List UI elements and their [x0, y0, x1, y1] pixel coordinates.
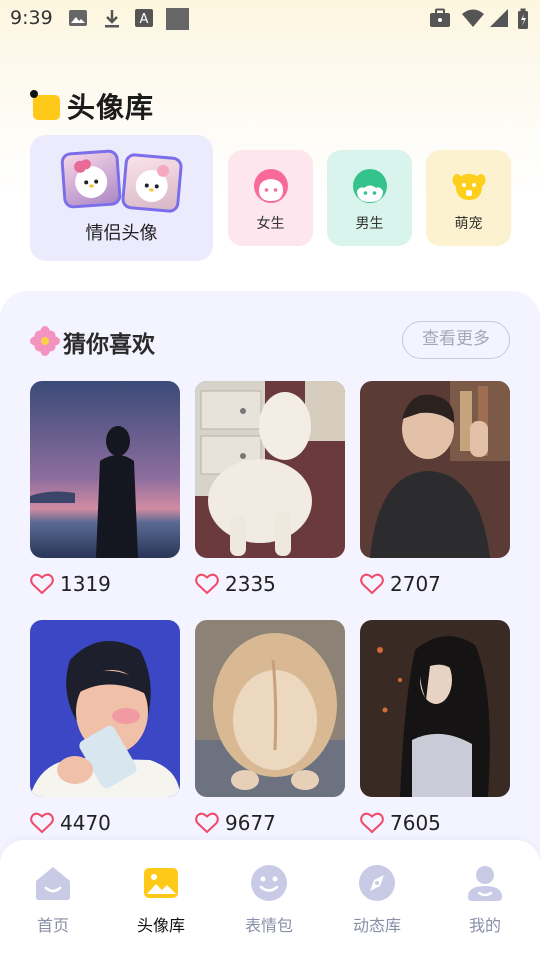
category-boy[interactable]: 男生 — [327, 150, 412, 246]
download-notification-icon — [105, 10, 119, 28]
battery-icon — [518, 8, 528, 29]
boy-face-icon — [353, 169, 387, 203]
compass-icon — [359, 865, 395, 901]
category-couple-avatar[interactable]: 情侣头像 — [30, 135, 213, 261]
app-logo-icon — [30, 90, 60, 120]
svg-text:A: A — [140, 12, 149, 27]
briefcase-icon — [430, 8, 450, 27]
nav-item-mine[interactable]: 我的 — [440, 864, 530, 944]
bottom-nav: 首页 头像库 表情包 动态库 我的 — [0, 840, 540, 960]
nav-item-avatar-library[interactable]: 头像库 — [116, 864, 206, 944]
like-row: 1319 — [30, 572, 180, 598]
status-time: 9:39 — [10, 7, 53, 29]
page-title: 头像库 — [67, 91, 155, 124]
category-boy-label: 男生 — [355, 216, 384, 232]
gallery-notification-icon — [69, 10, 87, 26]
like-count: 9677 — [225, 811, 276, 835]
category-pet-label: 萌宠 — [454, 216, 483, 232]
nav-item-moments[interactable]: 动态库 — [332, 864, 422, 944]
girl-face-icon — [254, 169, 288, 203]
avatar-image-white-dog[interactable] — [195, 381, 345, 558]
avatar-image-boy-selfie[interactable] — [360, 381, 510, 558]
heart-icon[interactable] — [30, 812, 54, 834]
like-row: 9677 — [195, 811, 345, 837]
like-row: 4470 — [30, 811, 180, 837]
nav-item-stickers[interactable]: 表情包 — [224, 864, 314, 944]
like-count: 7605 — [390, 811, 441, 835]
status-bar: 9:39 A — [0, 0, 540, 38]
pet-icon — [452, 174, 486, 200]
category-girl-label: 女生 — [256, 216, 285, 232]
couple-preview-image-left — [60, 149, 122, 209]
flower-icon — [30, 326, 60, 356]
avatar-image-silhouette-sunset[interactable] — [30, 381, 180, 558]
avatar-image-corgi-butt[interactable] — [195, 620, 345, 797]
heart-icon[interactable] — [195, 812, 219, 834]
recommend-title: 猜你喜欢 — [63, 332, 155, 358]
avatar-image-illustrated-boy-drinking[interactable] — [30, 620, 180, 797]
couple-label: 情侣头像 — [85, 223, 158, 244]
like-row: 2707 — [360, 572, 510, 598]
like-count: 2707 — [390, 572, 441, 596]
nav-label-home: 首页 — [36, 916, 69, 935]
nav-item-home[interactable]: 首页 — [8, 864, 98, 944]
square-notification-icon — [166, 8, 189, 30]
nav-label-stickers: 表情包 — [244, 916, 293, 935]
like-count: 1319 — [60, 572, 111, 596]
nav-label-avatar-library: 头像库 — [136, 916, 185, 935]
image-icon — [144, 868, 178, 898]
view-more-button[interactable]: 查看更多 — [402, 321, 510, 359]
a-notification-icon: A — [135, 9, 153, 27]
smile-icon — [251, 865, 287, 901]
profile-icon — [468, 866, 502, 901]
like-row: 2335 — [195, 572, 345, 598]
category-girl[interactable]: 女生 — [228, 150, 313, 246]
signal-icon — [490, 9, 508, 27]
nav-label-moments: 动态库 — [352, 916, 401, 935]
home-icon — [36, 867, 70, 900]
category-pet[interactable]: 萌宠 — [426, 150, 511, 246]
heart-icon[interactable] — [30, 573, 54, 595]
nav-label-mine: 我的 — [468, 916, 501, 935]
like-row: 7605 — [360, 811, 510, 837]
wifi-icon — [462, 9, 484, 27]
heart-icon[interactable] — [195, 573, 219, 595]
avatar-image-long-hair-girl[interactable] — [360, 620, 510, 797]
heart-icon[interactable] — [360, 812, 384, 834]
like-count: 2335 — [225, 572, 276, 596]
like-count: 4470 — [60, 811, 111, 835]
couple-preview-image-right — [120, 152, 184, 214]
heart-icon[interactable] — [360, 573, 384, 595]
